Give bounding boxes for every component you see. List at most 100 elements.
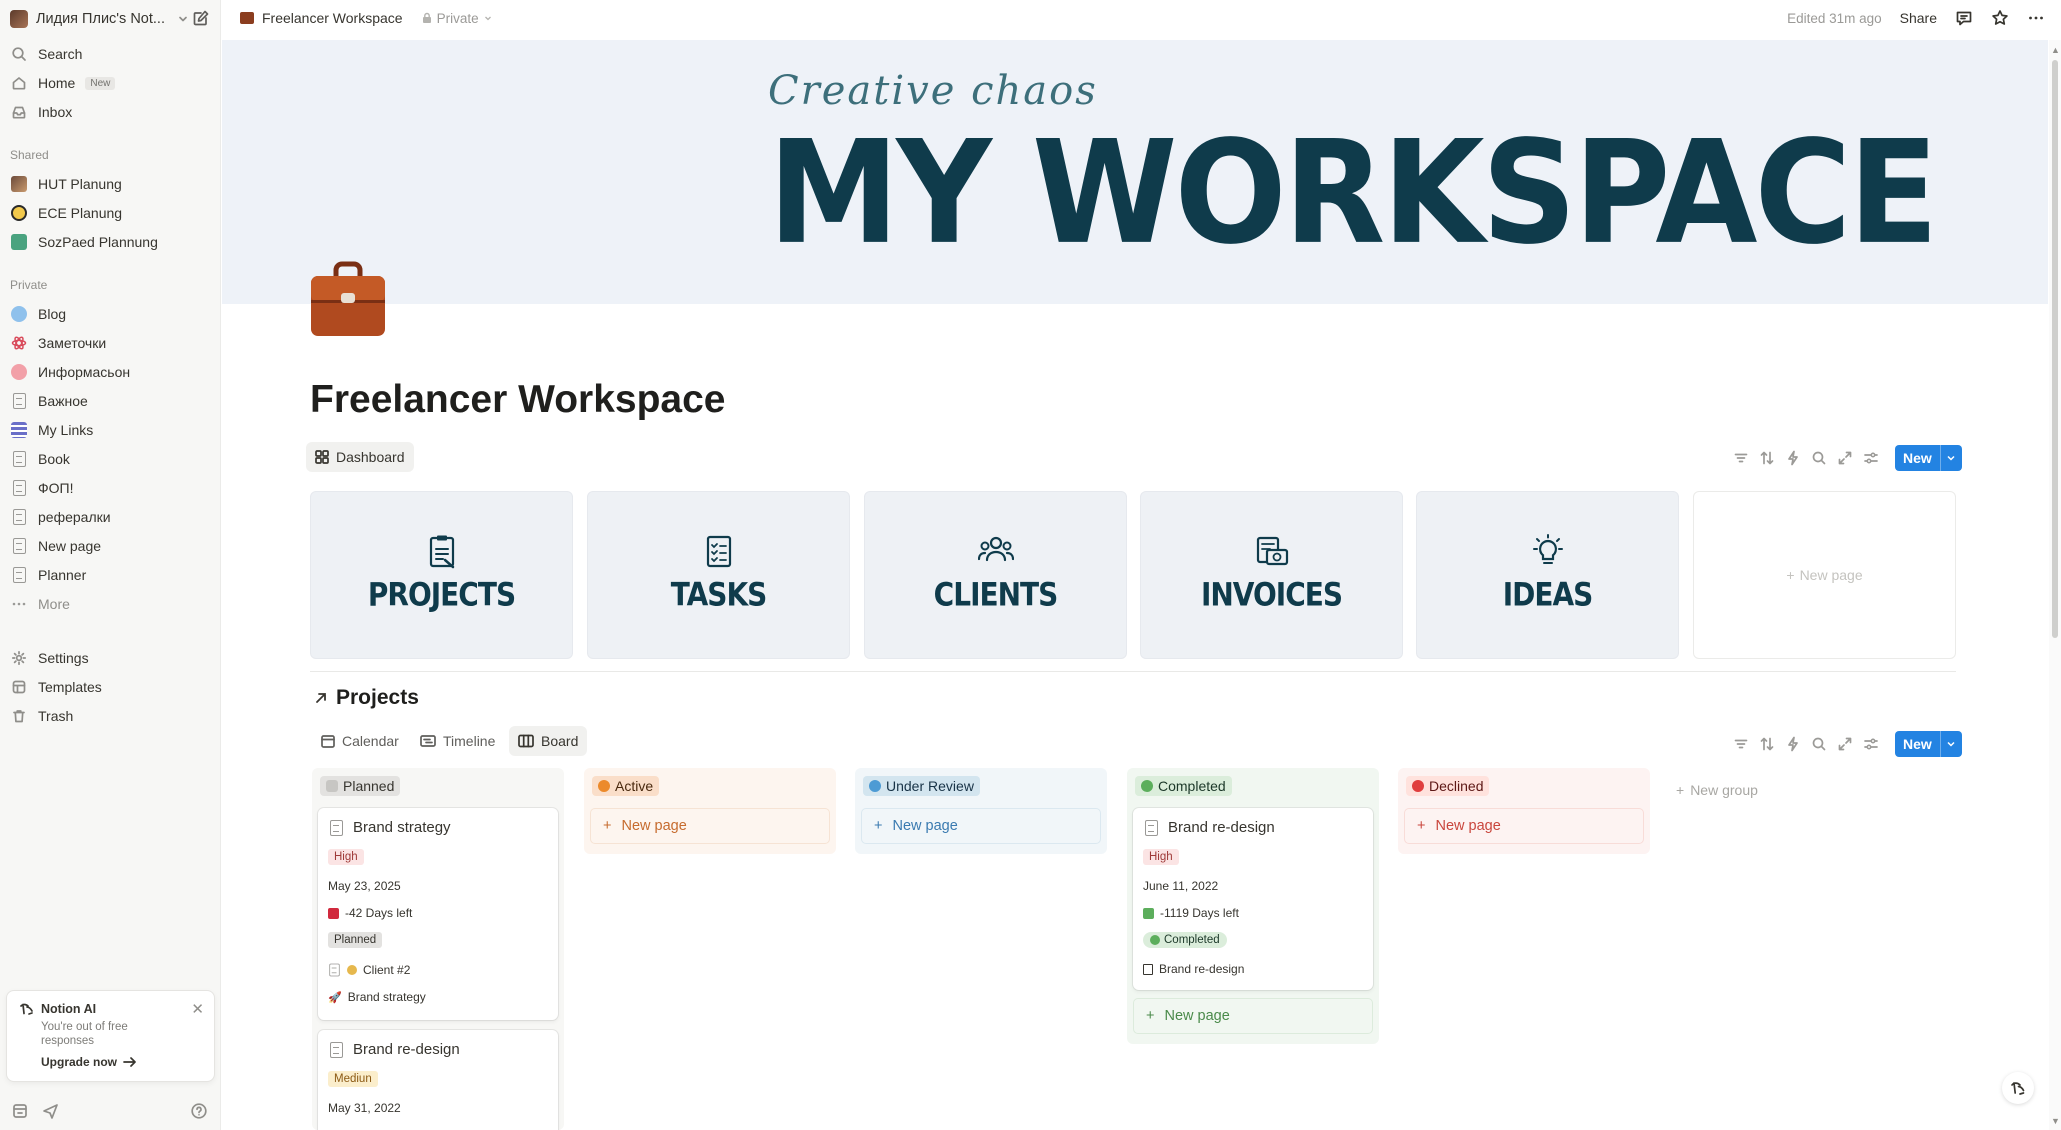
notion-ai-floating-button[interactable] <box>2002 1072 2034 1104</box>
sidebar-item-informason[interactable]: Информасьон <box>10 358 210 386</box>
sidebar-templates[interactable]: Templates <box>10 673 210 701</box>
page-emoji-icon <box>10 175 28 193</box>
sidebar-item-blog[interactable]: Blog <box>10 300 210 328</box>
expand-icon[interactable] <box>1837 450 1853 466</box>
sidebar-item-my-links[interactable]: My Links <box>10 416 210 444</box>
cloud-icon <box>10 305 28 323</box>
board-card[interactable]: Brand re-design Mediun May 31, 2022 <box>318 1030 558 1130</box>
chevron-down-icon[interactable] <box>177 13 189 25</box>
dashboard-card-projects[interactable]: PROJECTS <box>310 491 573 659</box>
sidebar-bottom-bar <box>12 1102 208 1122</box>
sidebar-item-referalki[interactable]: рефералки <box>10 503 210 531</box>
column-header[interactable]: Declined <box>1406 776 1490 796</box>
scrollbar[interactable]: ▲ ▼ <box>2049 40 2061 1130</box>
tab-dashboard[interactable]: Dashboard <box>306 442 414 472</box>
sidebar-home[interactable]: Home New <box>10 69 210 97</box>
sidebar-search[interactable]: Search <box>10 40 210 68</box>
sort-icon[interactable] <box>1759 450 1775 466</box>
privacy-dropdown[interactable]: Private <box>421 11 493 26</box>
sidebar-settings[interactable]: Settings <box>10 644 210 672</box>
dashboard-new-page-card[interactable]: + New page <box>1693 491 1956 659</box>
filter-icon[interactable] <box>1733 450 1749 466</box>
new-page-button[interactable]: + New page <box>590 808 830 844</box>
share-button[interactable]: Share <box>1900 10 1937 26</box>
sidebar-search-label: Search <box>38 46 83 62</box>
list-emoji-icon <box>10 421 28 439</box>
chevron-down-icon[interactable] <box>1939 731 1962 757</box>
scrollbar-thumb[interactable] <box>2052 60 2058 638</box>
sidebar-item-planner[interactable]: Planner <box>10 561 210 589</box>
board-column-under-review: Under Review + New page <box>855 768 1107 854</box>
dashboard-card-tasks[interactable]: TASKS <box>587 491 850 659</box>
close-icon[interactable]: ✕ <box>191 1000 204 1018</box>
projects-new-button[interactable]: New <box>1895 731 1962 757</box>
calendar-app-icon[interactable] <box>12 1102 28 1120</box>
new-page-compose-icon[interactable] <box>192 9 210 27</box>
workspace-name: Лидия Плис's Not... <box>36 11 165 27</box>
new-group-button[interactable]: + New group <box>1676 782 1758 798</box>
column-header[interactable]: Active <box>592 776 660 796</box>
dashboard-card-ideas[interactable]: IDEAS <box>1416 491 1679 659</box>
scroll-up-arrow-icon[interactable]: ▲ <box>2051 45 2060 55</box>
sidebar-item-vazhnoe[interactable]: Важное <box>10 387 210 415</box>
new-page-button[interactable]: + New page <box>861 808 1101 844</box>
briefcase-icon[interactable] <box>310 260 386 338</box>
automation-bolt-icon[interactable] <box>1785 736 1801 752</box>
settings-sliders-icon[interactable] <box>1863 736 1879 752</box>
send-icon[interactable] <box>42 1102 60 1120</box>
sidebar-item-sozpaed-plannung[interactable]: SozPaed Plannung <box>10 228 210 256</box>
column-header[interactable]: Completed <box>1135 776 1232 796</box>
sidebar-item-new-page[interactable]: New page <box>10 532 210 560</box>
section-divider <box>310 671 1956 672</box>
column-header[interactable]: Planned <box>320 776 401 796</box>
tab-board[interactable]: Board <box>509 726 588 756</box>
breadcrumb[interactable]: Freelancer Workspace Private <box>240 10 493 26</box>
status-tag: Completed <box>1143 932 1227 948</box>
dashboard-card-invoices[interactable]: INVOICES <box>1140 491 1403 659</box>
sidebar-item-label: New page <box>38 538 102 554</box>
sidebar-inbox[interactable]: Inbox <box>10 98 210 126</box>
search-icon[interactable] <box>1811 450 1827 466</box>
red-square-icon <box>328 907 339 919</box>
sidebar-item-book[interactable]: Book <box>10 445 210 473</box>
plus-icon: + <box>1786 567 1795 583</box>
tab-timeline[interactable]: Timeline <box>411 726 504 756</box>
page-title[interactable]: Freelancer Workspace <box>310 378 726 422</box>
board-card[interactable]: Brand re-design High June 11, 2022 -1119… <box>1133 808 1373 990</box>
sort-icon[interactable] <box>1759 736 1775 752</box>
automation-bolt-icon[interactable] <box>1785 450 1801 466</box>
tab-calendar[interactable]: Calendar <box>312 726 408 756</box>
search-icon[interactable] <box>1811 736 1827 752</box>
upgrade-now-link[interactable]: Upgrade now <box>41 1055 137 1069</box>
sidebar-item-hut-planung[interactable]: HUT Planung <box>10 170 210 198</box>
star-icon[interactable] <box>1991 9 2009 27</box>
help-icon[interactable] <box>190 1102 208 1120</box>
dashboard-new-button[interactable]: New <box>1895 445 1962 471</box>
page-cover[interactable]: Creative chaos MY WORKSPACE <box>222 40 2048 304</box>
chevron-down-icon[interactable] <box>1939 445 1962 471</box>
new-page-button[interactable]: + New page <box>1404 808 1644 844</box>
sidebar-item-fop[interactable]: ФОП! <box>10 474 210 502</box>
expand-icon[interactable] <box>1837 736 1853 752</box>
sidebar-item-zametochki[interactable]: Заметочки <box>10 329 210 357</box>
settings-sliders-icon[interactable] <box>1863 450 1879 466</box>
more-options-icon[interactable] <box>2027 9 2045 27</box>
comments-icon[interactable] <box>1955 9 1973 27</box>
sidebar-trash[interactable]: Trash <box>10 702 210 730</box>
column-header[interactable]: Under Review <box>863 776 980 796</box>
sidebar-item-ece-planung[interactable]: ECE Planung <box>10 199 210 227</box>
dashboard-card-clients[interactable]: CLIENTS <box>864 491 1127 659</box>
dashboard-card-label: INVOICES <box>1200 575 1343 614</box>
lock-icon <box>422 12 431 23</box>
projects-heading[interactable]: Projects <box>314 686 419 710</box>
board-card[interactable]: Brand strategy High May 23, 2025 -42 Day… <box>318 808 558 1020</box>
sidebar-more[interactable]: More <box>10 590 210 618</box>
scroll-down-arrow-icon[interactable]: ▼ <box>2051 1116 2060 1126</box>
rocket-icon: 🚀 <box>328 991 342 1004</box>
workspace-switcher[interactable]: Лидия Плис's Not... <box>10 8 210 30</box>
card-client: Client #2 <box>328 962 410 978</box>
privacy-label: Private <box>436 10 479 26</box>
new-page-button[interactable]: + New page <box>1133 998 1373 1034</box>
filter-icon[interactable] <box>1733 736 1749 752</box>
page-icon <box>10 392 28 410</box>
